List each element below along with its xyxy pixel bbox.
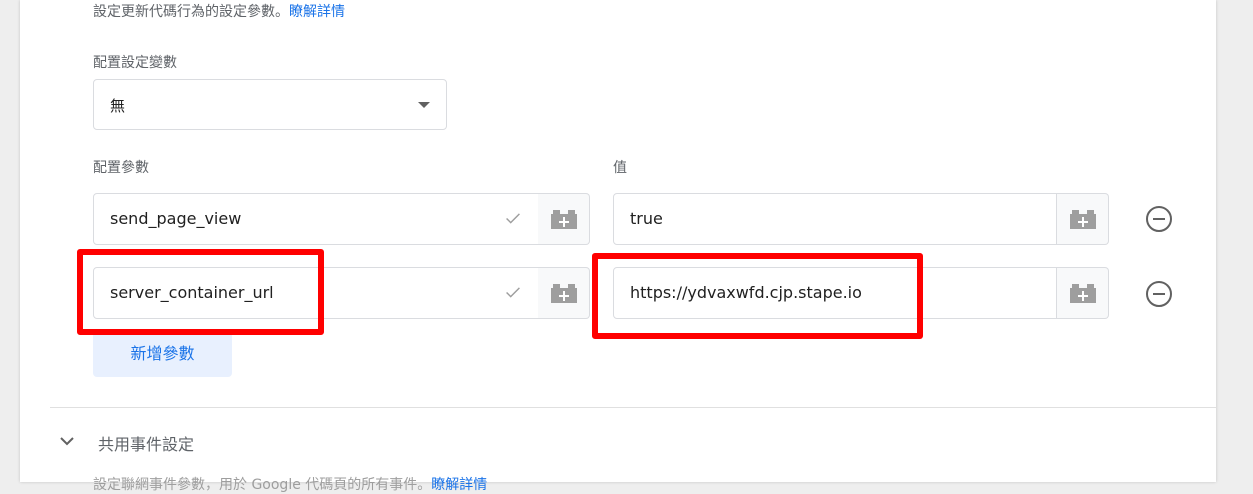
config-description: 設定更新代碼行為的設定參數。瞭解詳情 [93,1,345,21]
config-var-select[interactable]: 無 [93,79,447,130]
params-column-label: 配置參數 [93,160,149,176]
highlight-box [592,253,923,339]
variable-brick-icon [551,210,577,229]
shared-event-settings-header[interactable]: 共用事件設定 [98,431,194,455]
check-icon [506,287,520,298]
shared-section-description-text: 設定聯網事件參數，用於 Google 代碼頁的所有事件。 [93,477,432,493]
value-column-label: 值 [613,160,627,176]
config-var-value: 無 [110,97,126,115]
chevron-down-icon[interactable] [58,432,76,450]
section-divider [50,407,1216,408]
insert-variable-button[interactable] [1057,267,1109,319]
remove-row-icon[interactable] [1145,280,1173,308]
config-var-label: 配置設定變數 [93,55,177,71]
insert-variable-button[interactable] [538,193,590,245]
param-value-text: true [630,209,663,228]
dropdown-caret-icon [418,102,430,108]
shared-learn-more-link[interactable]: 瞭解詳情 [431,477,487,493]
variable-brick-icon [1070,284,1096,303]
check-icon [506,213,520,224]
variable-brick-icon [1070,210,1096,229]
param-value-field[interactable]: true [613,193,1057,245]
param-name-field[interactable]: send_page_view [93,193,539,245]
remove-row-icon[interactable] [1145,205,1173,233]
highlight-box [77,249,324,335]
insert-variable-button[interactable] [1057,193,1109,245]
shared-section-description: 設定聯網事件參數，用於 Google 代碼頁的所有事件。瞭解詳情 [93,474,487,494]
insert-variable-button[interactable] [538,267,590,319]
param-name-text: send_page_view [110,209,242,228]
variable-brick-icon [551,284,577,303]
config-description-text: 設定更新代碼行為的設定參數。 [93,4,289,20]
add-parameter-button[interactable]: 新增參數 [93,330,232,377]
learn-more-link[interactable]: 瞭解詳情 [289,4,345,20]
